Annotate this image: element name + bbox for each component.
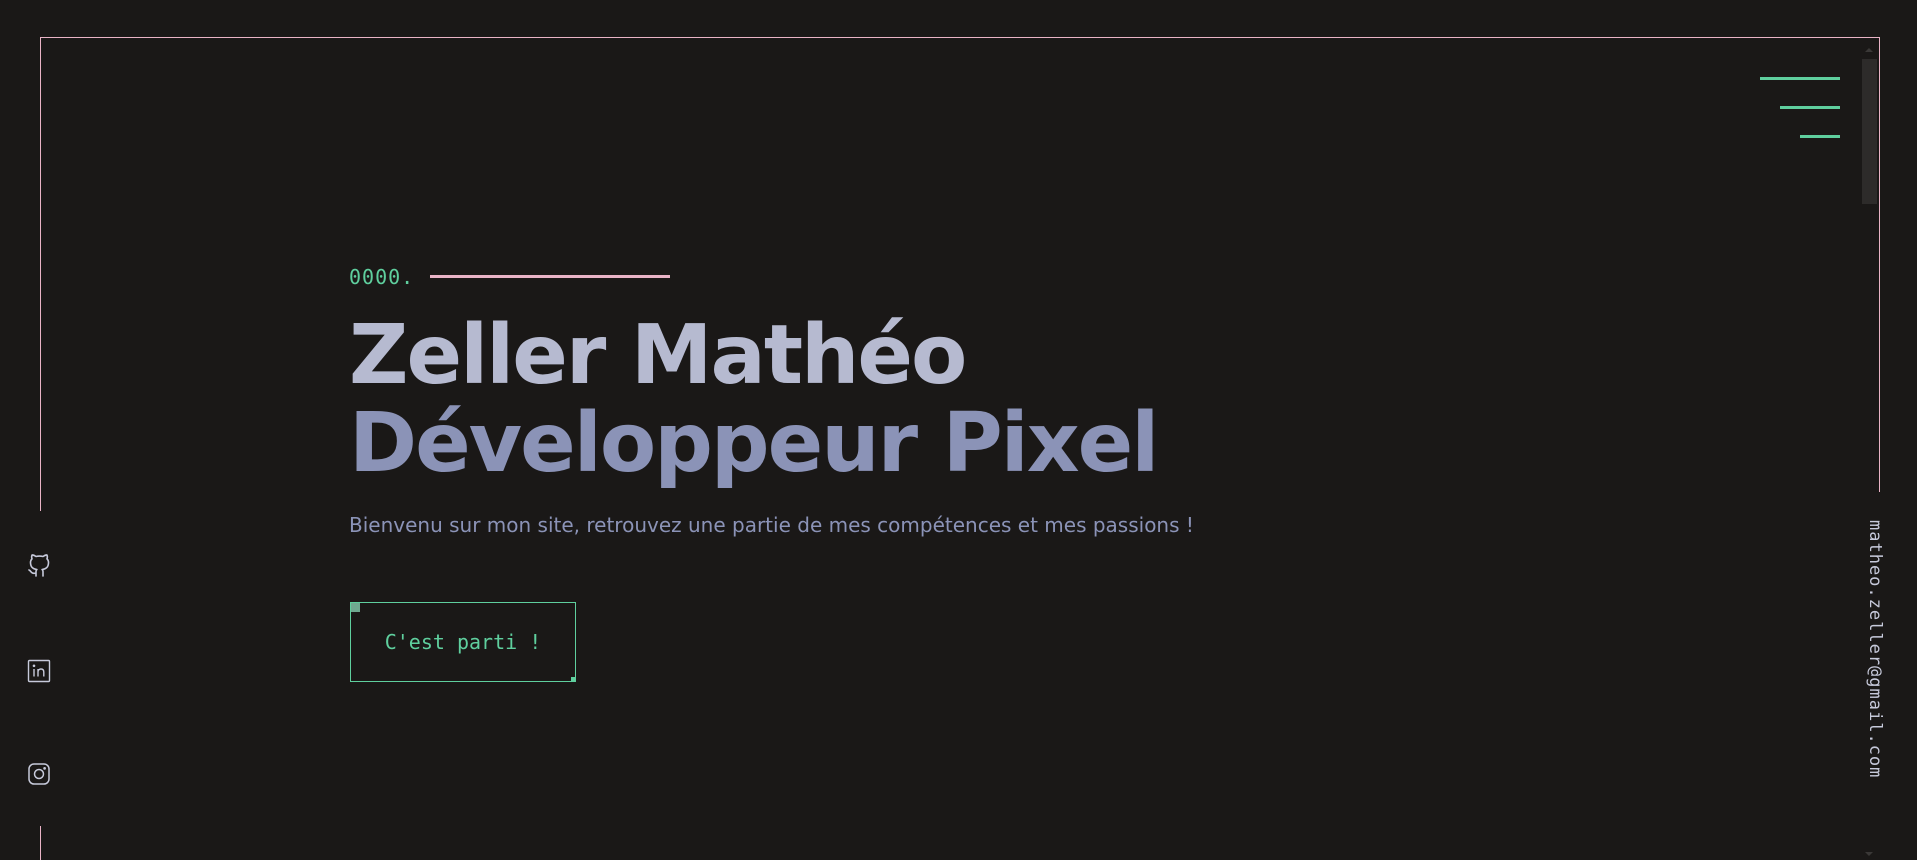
cta-corner-decoration xyxy=(351,603,360,612)
frame-top-border xyxy=(40,37,1880,38)
section-number: 0000. xyxy=(349,265,415,289)
scroll-down-arrow-icon[interactable] xyxy=(1865,852,1873,856)
menu-line-bottom xyxy=(1800,135,1840,138)
frame-left-border-lower xyxy=(40,826,41,860)
section-number-row: 0000. xyxy=(349,262,670,292)
scroll-up-arrow-icon[interactable] xyxy=(1865,48,1873,52)
linkedin-icon[interactable] xyxy=(26,658,52,684)
frame-left-border xyxy=(40,37,41,511)
github-icon[interactable] xyxy=(26,553,52,579)
menu-line-top xyxy=(1760,77,1840,80)
hero-role: Développeur Pixel xyxy=(349,396,1159,491)
cta-corner-decoration xyxy=(571,677,576,682)
menu-line-middle xyxy=(1780,106,1840,109)
hamburger-menu-icon[interactable] xyxy=(1752,72,1840,142)
hero-subtitle: Bienvenu sur mon site, retrouvez une par… xyxy=(349,513,1194,537)
cta-button[interactable]: C'est parti ! xyxy=(350,602,576,682)
scroll-thumb[interactable] xyxy=(1862,59,1877,204)
section-divider-line xyxy=(430,275,670,278)
cta-button-label: C'est parti ! xyxy=(384,630,542,654)
hero-name: Zeller Mathéo xyxy=(349,308,967,403)
instagram-icon[interactable] xyxy=(26,761,52,787)
email-link[interactable]: matheo.zeller@gmail.com xyxy=(1865,520,1885,778)
frame-right-border xyxy=(1879,37,1880,492)
hero-title: Zeller Mathéo Développeur Pixel xyxy=(349,308,1159,491)
